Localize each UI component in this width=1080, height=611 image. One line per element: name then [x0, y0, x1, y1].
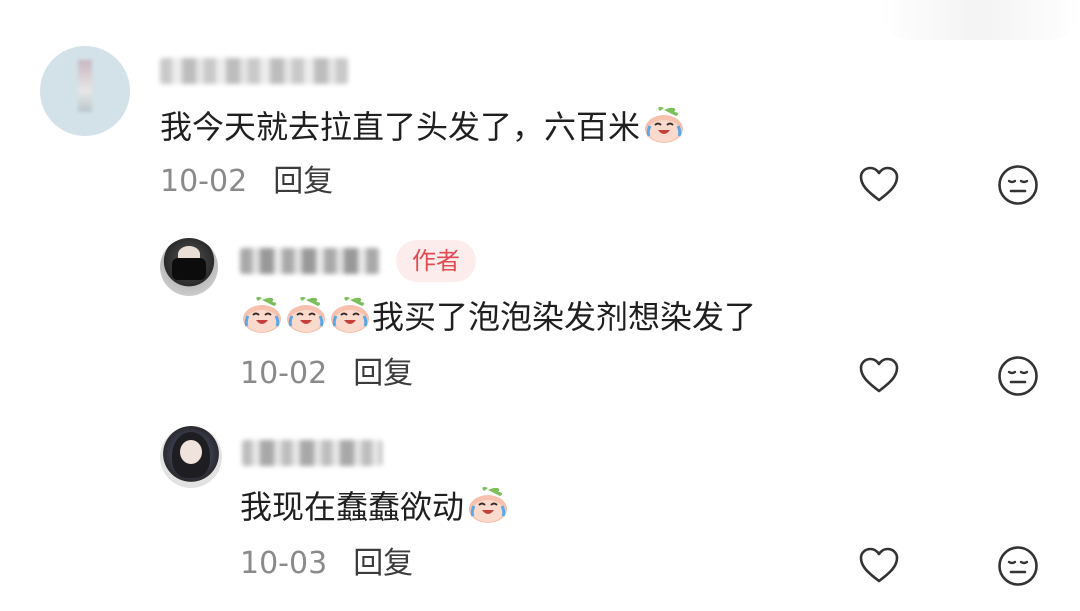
reply-button[interactable]: 回复	[353, 546, 413, 581]
username-blurred[interactable]	[160, 58, 348, 84]
comment-date: 10-02	[240, 356, 328, 391]
comment-meta: 10-02 回复	[240, 354, 413, 394]
avatar[interactable]	[40, 46, 130, 136]
avatar[interactable]	[160, 426, 222, 488]
comment-text-body: 我今天就去拉直了头发了，六百米	[160, 108, 641, 146]
comment-meta: 10-03 回复	[240, 544, 413, 584]
comment-text-body: 我买了泡泡染发剂想染发了	[372, 298, 757, 336]
crying-laughing-emoji-icon	[240, 294, 284, 334]
heart-icon[interactable]	[857, 163, 901, 207]
avatar[interactable]	[160, 238, 218, 296]
comment-text-body: 我现在蠢蠢欲动	[240, 488, 465, 526]
neutral-face-icon[interactable]	[996, 354, 1040, 398]
heart-icon[interactable]	[857, 354, 901, 398]
reply-button[interactable]: 回复	[353, 356, 413, 391]
comment-text: 我现在蠢蠢欲动	[240, 484, 510, 529]
username-blurred[interactable]	[240, 248, 380, 274]
crying-laughing-emoji-icon	[284, 294, 328, 334]
top-edge-shadow	[880, 0, 1080, 40]
crying-laughing-emoji-icon	[642, 104, 686, 144]
comment-meta: 10-02 回复	[160, 162, 333, 202]
crying-laughing-emoji-icon	[328, 294, 372, 334]
author-badge: 作者	[396, 240, 476, 282]
comment-text: 我买了泡泡染发剂想染发了	[240, 294, 756, 339]
comment-text: 我今天就去拉直了头发了，六百米	[160, 104, 686, 149]
heart-icon[interactable]	[857, 544, 901, 588]
comment-date: 10-02	[160, 164, 248, 199]
comment-date: 10-03	[240, 546, 328, 581]
reply-button[interactable]: 回复	[273, 164, 333, 199]
neutral-face-icon[interactable]	[996, 163, 1040, 207]
crying-laughing-emoji-icon	[466, 484, 510, 524]
username-blurred[interactable]	[242, 440, 382, 466]
neutral-face-icon[interactable]	[996, 544, 1040, 588]
